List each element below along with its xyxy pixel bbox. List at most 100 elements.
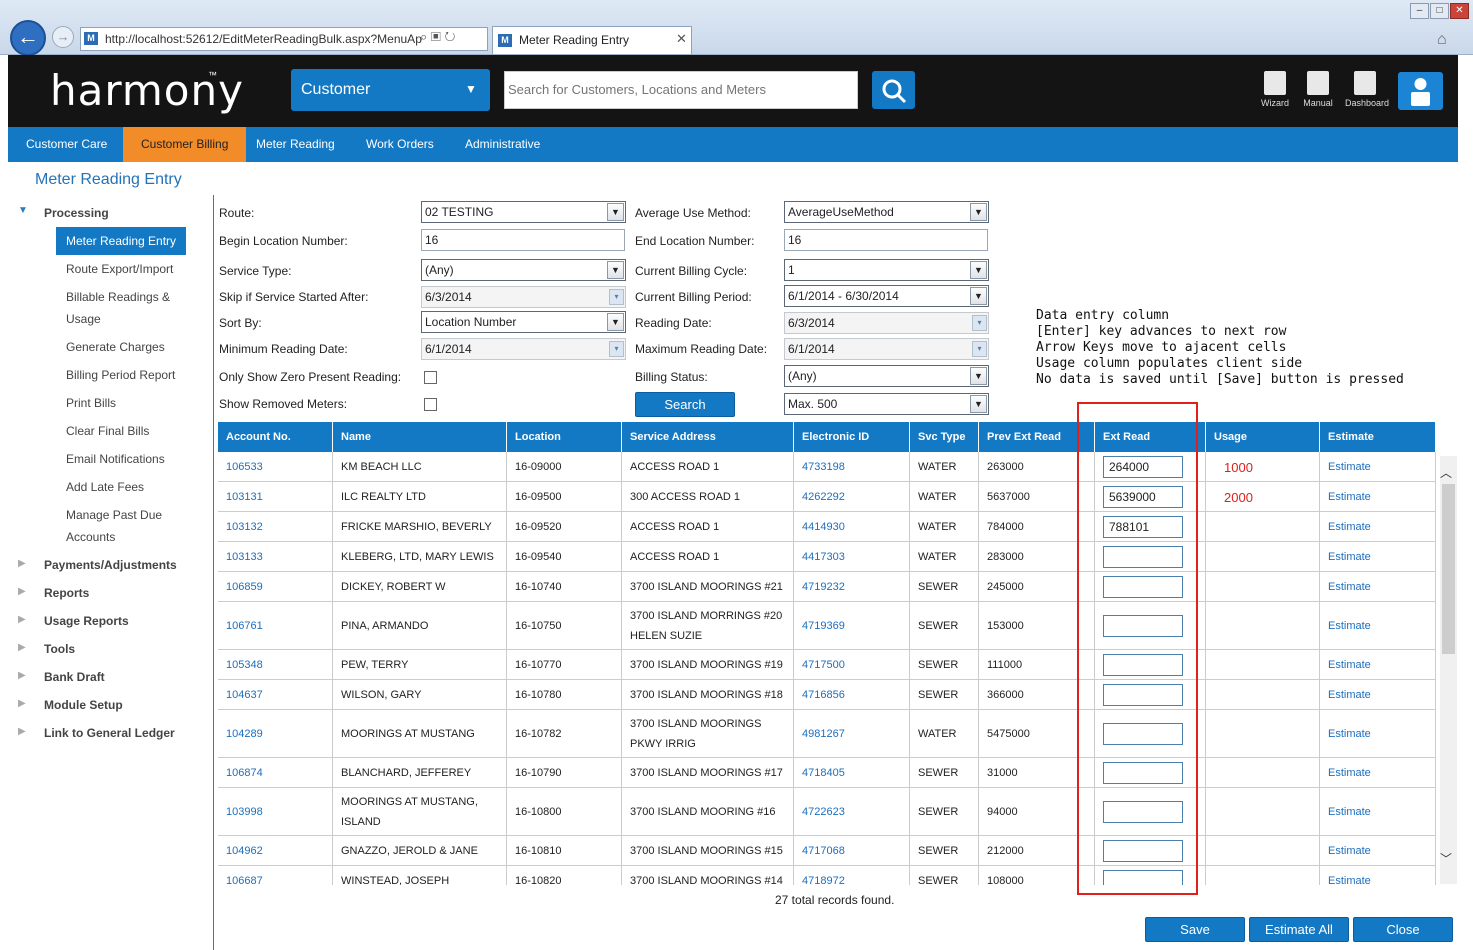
collapsed-triangle-icon[interactable]: ▶ [18,670,26,681]
refresh-icon[interactable]: ↻ [444,29,455,44]
cell-electronic-id[interactable]: 4717068 [794,836,910,865]
sidebar-item-clear-final-bills[interactable]: Clear Final Bills [66,420,196,442]
sidebar-item-email-notifications[interactable]: Email Notifications [66,448,196,470]
header-col-name[interactable]: Name [333,422,507,452]
nav-administrative[interactable]: Administrative [447,127,558,162]
billing-cycle-select[interactable]: 1 [784,259,989,281]
cell-account[interactable]: 103998 [218,788,333,835]
cell-account[interactable]: 104637 [218,680,333,709]
cell-electronic-id[interactable]: 4414930 [794,512,910,541]
max-date-input[interactable]: 6/1/2014 [784,338,989,360]
cell-account[interactable]: 106859 [218,572,333,601]
cell-estimate[interactable]: Estimate [1320,866,1436,885]
billing-period-select[interactable]: 6/1/2014 - 6/30/2014 [784,285,989,307]
cell-electronic-id[interactable]: 4719232 [794,572,910,601]
collapsed-triangle-icon[interactable]: ▶ [18,726,26,737]
header-col-estimate[interactable]: Estimate [1320,422,1436,452]
cell-estimate[interactable]: Estimate [1320,482,1436,511]
close-button[interactable]: Close [1353,917,1453,942]
home-icon[interactable]: ⌂ [1437,31,1447,49]
avg-method-select[interactable]: AverageUseMethod [784,201,989,223]
scrollbar-thumb[interactable] [1442,484,1455,654]
search-submit-button[interactable]: Search [635,392,735,417]
chevron-down-icon[interactable]: ▼ [970,203,987,221]
chevron-down-icon[interactable]: ▼ [970,287,987,305]
nav-meter-reading[interactable]: Meter Reading [238,127,353,162]
sidebar-item-meter-reading-entry[interactable]: Meter Reading Entry [56,227,186,255]
chevron-down-icon[interactable]: ▼ [607,261,624,279]
sidebar-group-reports[interactable]: Reports [44,586,89,600]
cell-estimate[interactable]: Estimate [1320,602,1436,649]
sidebar-item-print-bills[interactable]: Print Bills [66,392,196,414]
sort-by-select[interactable]: Location Number [421,311,626,333]
calendar-icon[interactable]: ▾ [609,341,624,357]
estimate-all-button[interactable]: Estimate All [1249,917,1349,942]
sidebar-group-general-ledger[interactable]: Link to General Ledger [44,726,175,740]
collapsed-triangle-icon[interactable]: ▶ [18,698,26,709]
cell-estimate[interactable]: Estimate [1320,572,1436,601]
collapsed-triangle-icon[interactable]: ▶ [18,558,26,569]
cell-estimate[interactable]: Estimate [1320,836,1436,865]
sidebar-item-billing-period-report[interactable]: Billing Period Report [66,364,196,386]
sidebar-group-usage-reports[interactable]: Usage Reports [44,614,129,628]
expanded-triangle-icon[interactable]: ▼ [18,205,28,216]
sidebar-group-payments[interactable]: Payments/Adjustments [44,558,177,572]
cell-estimate[interactable]: Estimate [1320,452,1436,481]
header-col-svc-type[interactable]: Svc Type [910,422,979,452]
calendar-icon[interactable]: ▾ [972,315,987,331]
cell-account[interactable]: 104962 [218,836,333,865]
maximize-icon[interactable]: □ [1430,3,1449,19]
nav-work-orders[interactable]: Work Orders [348,127,452,162]
dashboard-button[interactable]: Dashboard [1345,71,1389,108]
cell-estimate[interactable]: Estimate [1320,788,1436,835]
header-col-location[interactable]: Location [507,422,622,452]
end-location-input[interactable]: 16 [784,229,988,251]
service-type-select[interactable]: (Any) [421,259,626,281]
sidebar-group-bank-draft[interactable]: Bank Draft [44,670,105,684]
cell-estimate[interactable]: Estimate [1320,758,1436,787]
chevron-down-icon[interactable]: ▼ [607,203,624,221]
chevron-down-icon[interactable]: ▼ [970,261,987,279]
cell-account[interactable]: 103131 [218,482,333,511]
chevron-down-icon[interactable]: ▼ [607,313,624,331]
sidebar-item-generate-charges[interactable]: Generate Charges [66,336,196,358]
cell-estimate[interactable]: Estimate [1320,650,1436,679]
cell-electronic-id[interactable]: 4262292 [794,482,910,511]
calendar-icon[interactable]: ▾ [972,341,987,357]
nav-customer-care[interactable]: Customer Care [8,127,125,162]
forward-arrow-icon[interactable]: → [52,26,74,48]
global-search-input[interactable] [504,71,858,109]
removed-meters-checkbox[interactable] [424,398,437,411]
wizard-button[interactable]: Wizard [1255,71,1295,108]
cell-estimate[interactable]: Estimate [1320,710,1436,757]
cell-account[interactable]: 105348 [218,650,333,679]
cell-account[interactable]: 106533 [218,452,333,481]
entity-select[interactable]: Customer [291,69,490,111]
sidebar-item-manage-past-due[interactable]: Manage Past Due Accounts [66,504,196,548]
scroll-down-icon[interactable]: ﹀ [1440,850,1452,867]
cell-electronic-id[interactable]: 4718972 [794,866,910,885]
minimize-icon[interactable]: – [1410,3,1429,19]
chevron-down-icon[interactable]: ▼ [970,395,987,413]
cell-electronic-id[interactable]: 4417303 [794,542,910,571]
sidebar-group-module-setup[interactable]: Module Setup [44,698,123,712]
back-arrow-icon[interactable]: ← [10,20,46,56]
sidebar-group-tools[interactable]: Tools [44,642,75,656]
browser-tab[interactable]: Meter Reading Entry [492,26,692,54]
cell-electronic-id[interactable]: 4718405 [794,758,910,787]
cell-account[interactable]: 106761 [218,602,333,649]
cell-estimate[interactable]: Estimate [1320,680,1436,709]
billing-status-select[interactable]: (Any) [784,365,989,387]
cell-electronic-id[interactable]: 4719369 [794,602,910,649]
save-button[interactable]: Save [1145,917,1245,942]
route-select[interactable]: 02 TESTING [421,201,626,223]
sidebar-item-route-export[interactable]: Route Export/Import [66,258,196,280]
cell-electronic-id[interactable]: 4981267 [794,710,910,757]
header-col-account[interactable]: Account No. [218,422,333,452]
cell-estimate[interactable]: Estimate [1320,542,1436,571]
chevron-down-icon[interactable]: ▼ [970,367,987,385]
header-col-electronic-id[interactable]: Electronic ID [794,422,910,452]
search-button[interactable] [872,71,915,109]
max-rows-select[interactable]: Max. 500 [784,393,989,415]
cell-electronic-id[interactable]: 4716856 [794,680,910,709]
